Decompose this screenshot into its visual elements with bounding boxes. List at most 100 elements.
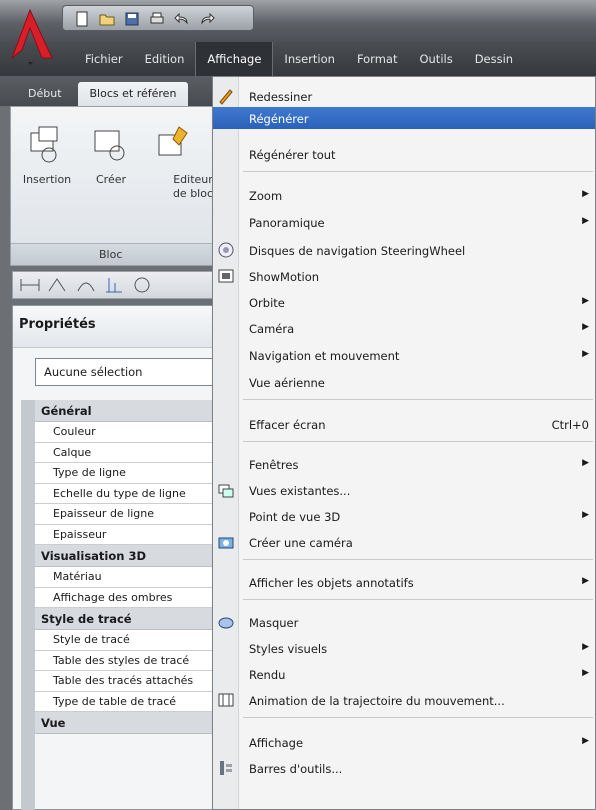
app-logo[interactable] [8, 6, 56, 66]
menu-animation[interactable]: Animation de la trajectoire du mouvement… [213, 689, 595, 711]
menu-dessin[interactable]: Dessin [464, 42, 524, 76]
menu-bar: Fichier Edition Affichage Insertion Form… [0, 42, 596, 76]
menu-fichier[interactable]: Fichier [74, 42, 134, 76]
insert-block-label: Insertion [22, 173, 72, 186]
menu-label: Orbite [249, 296, 285, 310]
menu-label: Navigation et mouvement [249, 349, 400, 363]
menu-label: Barres d'outils... [249, 762, 343, 776]
menu-separator [243, 599, 593, 600]
dimension-arc-icon[interactable] [75, 275, 97, 295]
menu-separator [243, 171, 593, 172]
menu-barres-outils[interactable]: Barres d'outils... [213, 757, 595, 779]
submenu-arrow-icon: ▶ [582, 510, 589, 520]
menu-affichage[interactable]: Affichage [195, 42, 274, 76]
menu-label: Afficher les objets annotatifs [249, 576, 414, 590]
block-editor-button[interactable]: Editeur de bloc [145, 123, 213, 201]
submenu-arrow-icon: ▶ [582, 296, 589, 306]
menu-regenerer-tout[interactable]: Régénérer tout [213, 143, 595, 165]
menu-vue-aerienne[interactable]: Vue aérienne [213, 371, 595, 393]
menu-label: Masquer [249, 616, 299, 630]
shortcut-label: Ctrl+0 [551, 418, 589, 432]
properties-sidebar [21, 400, 35, 810]
quick-access-toolbar [62, 5, 254, 31]
animation-icon [218, 693, 234, 707]
pencil-icon [219, 89, 233, 105]
menu-label: Vue aérienne [249, 376, 325, 390]
camera-icon [218, 537, 234, 549]
insert-block-icon [30, 126, 58, 163]
menu-label: Rendu [249, 668, 286, 682]
undo-icon[interactable] [171, 9, 192, 28]
menu-afficher-annotatifs[interactable]: Afficher les objets annotatifs ▶ [213, 571, 595, 593]
menu-camera[interactable]: Caméra ▶ [213, 317, 595, 339]
dimension-ordinate-icon[interactable] [103, 275, 125, 295]
insert-block-button[interactable]: Insertion [17, 123, 77, 187]
dimension-aligned-icon[interactable] [47, 275, 69, 295]
submenu-arrow-icon: ▶ [582, 216, 589, 226]
menu-affichage-sub[interactable]: Affichage ▶ [213, 731, 595, 753]
menu-showmotion[interactable]: ShowMotion [213, 265, 595, 287]
menu-edition[interactable]: Edition [134, 42, 196, 76]
menu-label: Zoom [249, 189, 283, 203]
submenu-arrow-icon: ▶ [582, 668, 589, 678]
menu-label: Créer une caméra [249, 536, 353, 550]
menu-outils[interactable]: Outils [408, 42, 463, 76]
menu-separator [243, 559, 593, 560]
title-bar [0, 0, 596, 42]
menu-label: Régénérer tout [249, 148, 336, 162]
save-icon[interactable] [121, 9, 142, 28]
submenu-arrow-icon: ▶ [582, 189, 589, 199]
dimension-radius-icon[interactable] [131, 275, 153, 295]
menu-label: Redessiner [249, 90, 313, 104]
menu-masquer[interactable]: Masquer [213, 611, 595, 633]
submenu-arrow-icon: ▶ [582, 349, 589, 359]
print-icon[interactable] [146, 9, 167, 28]
dimension-linear-icon[interactable] [19, 275, 41, 295]
menu-navigation[interactable]: Navigation et mouvement ▶ [213, 344, 595, 366]
redo-icon[interactable] [196, 9, 217, 28]
toolbars-icon [220, 761, 232, 775]
submenu-arrow-icon: ▶ [582, 642, 589, 652]
menu-insertion[interactable]: Insertion [273, 42, 346, 76]
tab-blocs-references[interactable]: Blocs et référen [77, 82, 189, 106]
menu-label: Disques de navigation SteeringWheel [249, 244, 466, 258]
open-icon[interactable] [96, 9, 117, 28]
menu-zoom[interactable]: Zoom ▶ [213, 184, 595, 206]
menu-separator [243, 441, 593, 442]
menu-effacer-ecran[interactable]: Effacer écran Ctrl+0 [213, 413, 595, 435]
menu-label: Panoramique [249, 216, 325, 230]
menu-steeringwheel[interactable]: Disques de navigation SteeringWheel [213, 239, 595, 261]
menu-regenerer[interactable]: Régénérer [213, 107, 595, 129]
tab-debut[interactable]: Début [16, 82, 74, 106]
menu-label: ShowMotion [249, 270, 320, 284]
menu-label: Vues existantes... [249, 484, 351, 498]
steeringwheel-icon [218, 242, 234, 258]
submenu-arrow-icon: ▶ [582, 736, 589, 746]
menu-label: Effacer écran [249, 418, 326, 432]
menu-rendu[interactable]: Rendu ▶ [213, 663, 595, 685]
menu-styles-visuels[interactable]: Styles visuels ▶ [213, 637, 595, 659]
menu-redessiner[interactable]: Redessiner [213, 85, 595, 107]
menu-label: Affichage [249, 736, 304, 750]
named-views-icon [218, 484, 234, 498]
menu-panoramique[interactable]: Panoramique ▶ [213, 211, 595, 233]
menu-vues-existantes[interactable]: Vues existantes... [213, 479, 595, 501]
submenu-arrow-icon: ▶ [582, 322, 589, 332]
hide-icon [218, 617, 234, 629]
menu-orbite[interactable]: Orbite ▶ [213, 291, 595, 313]
menu-separator [243, 399, 593, 400]
menu-point-de-vue-3d[interactable]: Point de vue 3D ▶ [213, 505, 595, 527]
affichage-menu: Redessiner Régénérer Régénérer tout Zoom… [212, 76, 596, 810]
menu-label: Caméra [249, 322, 295, 336]
menu-label: Styles visuels [249, 642, 328, 656]
submenu-arrow-icon: ▶ [582, 458, 589, 468]
menu-label: Animation de la trajectoire du mouvement… [249, 694, 505, 708]
menu-fenetres[interactable]: Fenêtres ▶ [213, 453, 595, 475]
create-block-button[interactable]: Créer [81, 123, 141, 187]
create-block-icon [94, 130, 125, 161]
menu-creer-camera[interactable]: Créer une caméra [213, 531, 595, 553]
menu-format[interactable]: Format [346, 42, 409, 76]
block-editor-icon [158, 126, 188, 156]
menu-label: Fenêtres [249, 458, 299, 472]
new-icon[interactable] [71, 9, 92, 28]
